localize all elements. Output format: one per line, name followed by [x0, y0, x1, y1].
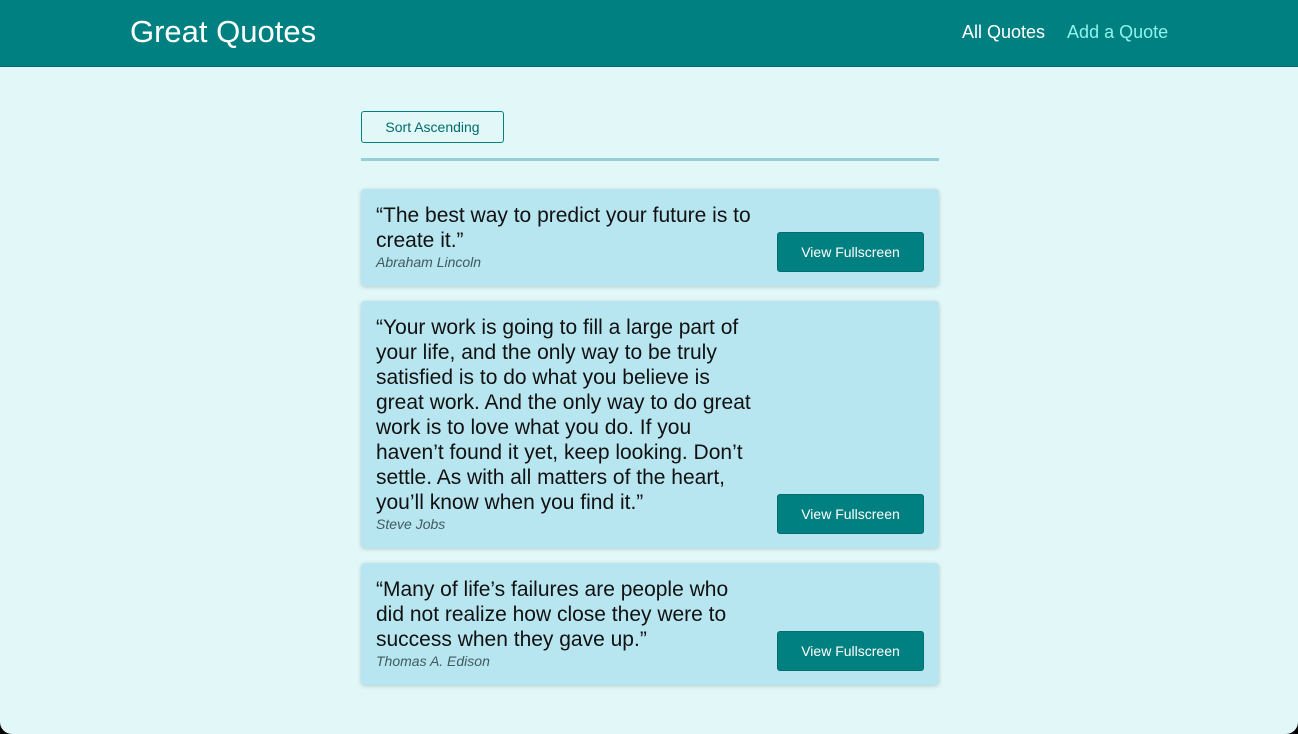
- site-logo: Great Quotes: [130, 14, 317, 49]
- quote-card-lincoln: “The best way to predict your future is …: [361, 189, 939, 286]
- nav-all-quotes[interactable]: All Quotes: [962, 20, 1045, 44]
- quotes-page: Sort Ascending “The best way to predict …: [361, 111, 939, 700]
- quote-content: “The best way to predict your future is …: [376, 203, 761, 272]
- main-nav: All Quotes Add a Quote: [962, 20, 1168, 44]
- quote-card-edison: “Many of life’s failures are people who …: [361, 563, 939, 685]
- sort-divider: [361, 158, 939, 161]
- view-fullscreen-button[interactable]: View Fullscreen: [777, 494, 924, 534]
- view-fullscreen-button[interactable]: View Fullscreen: [777, 631, 924, 671]
- view-fullscreen-button[interactable]: View Fullscreen: [777, 232, 924, 272]
- quote-text: “Your work is going to fill a large part…: [376, 316, 751, 514]
- quote-content: “Your work is going to fill a large part…: [376, 315, 761, 534]
- quote-text: “Many of life’s failures are people who …: [376, 578, 729, 651]
- quote-author: Abraham Lincoln: [376, 254, 482, 270]
- quote-card-jobs: “Your work is going to fill a large part…: [361, 301, 939, 548]
- nav-add-quote[interactable]: Add a Quote: [1067, 20, 1168, 44]
- quote-list: “The best way to predict your future is …: [361, 189, 939, 685]
- quote-text: “The best way to predict your future is …: [376, 204, 751, 252]
- app-window: Great Quotes All Quotes Add a Quote Sort…: [0, 0, 1298, 734]
- quote-author: Steve Jobs: [376, 516, 446, 532]
- quote-author: Thomas A. Edison: [376, 653, 490, 669]
- sort-ascending-button[interactable]: Sort Ascending: [361, 111, 504, 143]
- main-header: Great Quotes All Quotes Add a Quote: [0, 0, 1298, 67]
- quote-content: “Many of life’s failures are people who …: [376, 577, 761, 671]
